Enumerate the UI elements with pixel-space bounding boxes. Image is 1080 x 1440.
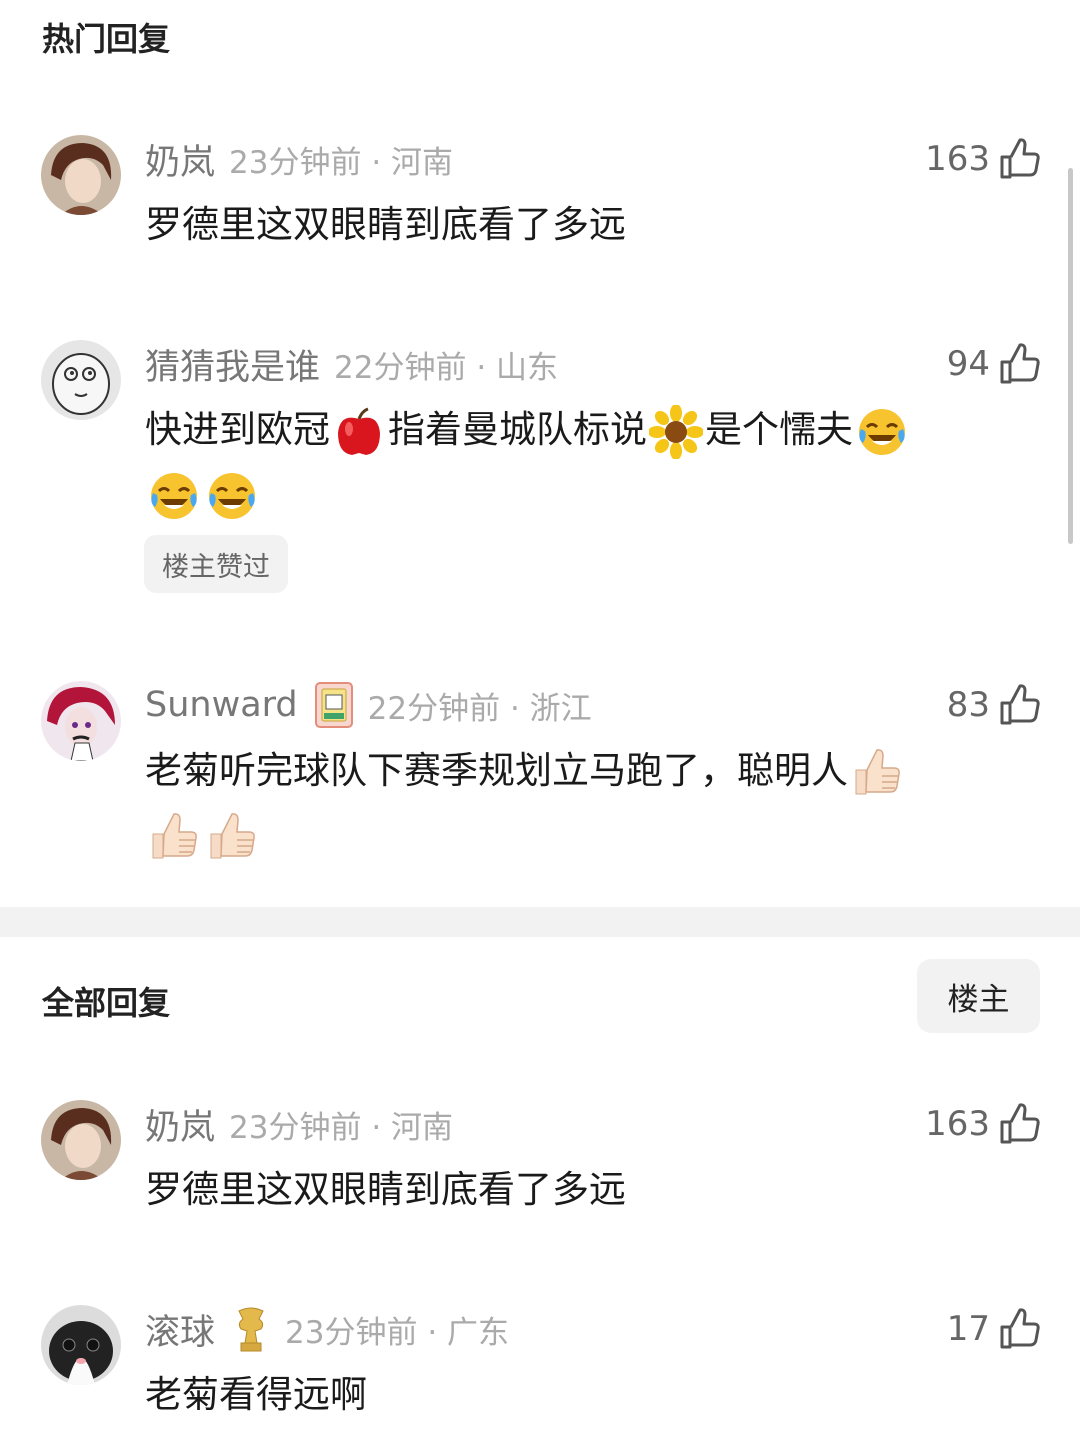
all-replies-title: 全部回复 bbox=[42, 984, 171, 1022]
tears-of-joy-emoji bbox=[151, 472, 197, 519]
avatar[interactable] bbox=[41, 1100, 121, 1180]
author-liked-tag: 楼主赞过 bbox=[144, 535, 288, 593]
sunflower-emoji bbox=[649, 404, 703, 459]
thumbs-up-icon bbox=[1000, 1103, 1040, 1144]
timestamp-location: 23分钟前 · 河南 bbox=[229, 1109, 454, 1146]
comment-text: 罗德里这双眼睛到底看了多远 bbox=[145, 203, 626, 246]
like-button[interactable]: 17 bbox=[947, 1305, 1040, 1353]
medal-badge-icon bbox=[314, 682, 353, 728]
tears-of-joy-emoji bbox=[209, 472, 255, 519]
thumbs-up-emoji bbox=[152, 812, 197, 858]
like-button[interactable]: 163 bbox=[925, 135, 1040, 183]
thumbs-up-emoji bbox=[210, 812, 255, 858]
thumbs-up-icon bbox=[1000, 343, 1040, 384]
timestamp-location: 23分钟前 · 河南 bbox=[229, 144, 454, 181]
text-segment: 老菊听完球队下赛季规划立马跑了，聪明人 bbox=[145, 749, 848, 792]
timestamp-location: 22分钟前 · 浙江 bbox=[367, 690, 592, 727]
username[interactable]: 猜猜我是谁 bbox=[145, 339, 320, 390]
hot-replies-title: 热门回复 bbox=[42, 20, 171, 58]
thumbs-up-emoji bbox=[855, 748, 900, 794]
like-count: 83 bbox=[946, 685, 990, 725]
section-divider bbox=[0, 907, 1080, 937]
thumbs-up-icon bbox=[1000, 138, 1040, 179]
like-count: 163 bbox=[925, 139, 990, 179]
avatar[interactable] bbox=[41, 135, 121, 215]
scrollbar[interactable] bbox=[1068, 168, 1073, 544]
username[interactable]: 奶岚 bbox=[145, 1099, 215, 1150]
apple-emoji bbox=[338, 407, 380, 455]
thumbs-up-icon bbox=[1000, 1308, 1040, 1349]
username[interactable]: 滚球 bbox=[145, 1304, 215, 1355]
trophy-badge-icon bbox=[238, 1307, 264, 1352]
like-button[interactable]: 163 bbox=[925, 1100, 1040, 1148]
filter-op-button[interactable]: 楼主 bbox=[917, 959, 1040, 1033]
like-count: 94 bbox=[946, 344, 990, 384]
username[interactable]: Sunward bbox=[145, 685, 298, 725]
text-segment: 是个懦夫 bbox=[705, 408, 853, 451]
like-count: 163 bbox=[925, 1104, 990, 1144]
comment-text: 老菊听完球队下赛季规划立马跑了，聪明人 bbox=[145, 739, 1035, 867]
like-count: 17 bbox=[946, 1309, 990, 1349]
comment-text: 老菊看得远啊 bbox=[145, 1373, 367, 1416]
avatar[interactable] bbox=[41, 1305, 121, 1385]
timestamp-location: 23分钟前 · 广东 bbox=[285, 1314, 510, 1351]
text-segment: 指着曼城队标说 bbox=[388, 408, 647, 451]
timestamp-location: 22分钟前 · 山东 bbox=[334, 349, 559, 386]
comment-text: 罗德里这双眼睛到底看了多远 bbox=[145, 1168, 626, 1211]
tears-of-joy-emoji bbox=[859, 408, 905, 455]
username[interactable]: 奶岚 bbox=[145, 134, 215, 185]
like-button[interactable]: 94 bbox=[947, 340, 1040, 388]
avatar[interactable] bbox=[41, 681, 121, 761]
like-button[interactable]: 83 bbox=[947, 681, 1040, 729]
comment-text: 快进到欧冠 指着曼城队标说 是个懦夫 bbox=[145, 398, 1035, 526]
thumbs-up-icon bbox=[1000, 684, 1040, 725]
avatar[interactable] bbox=[41, 340, 121, 420]
text-segment: 快进到欧冠 bbox=[145, 408, 330, 451]
